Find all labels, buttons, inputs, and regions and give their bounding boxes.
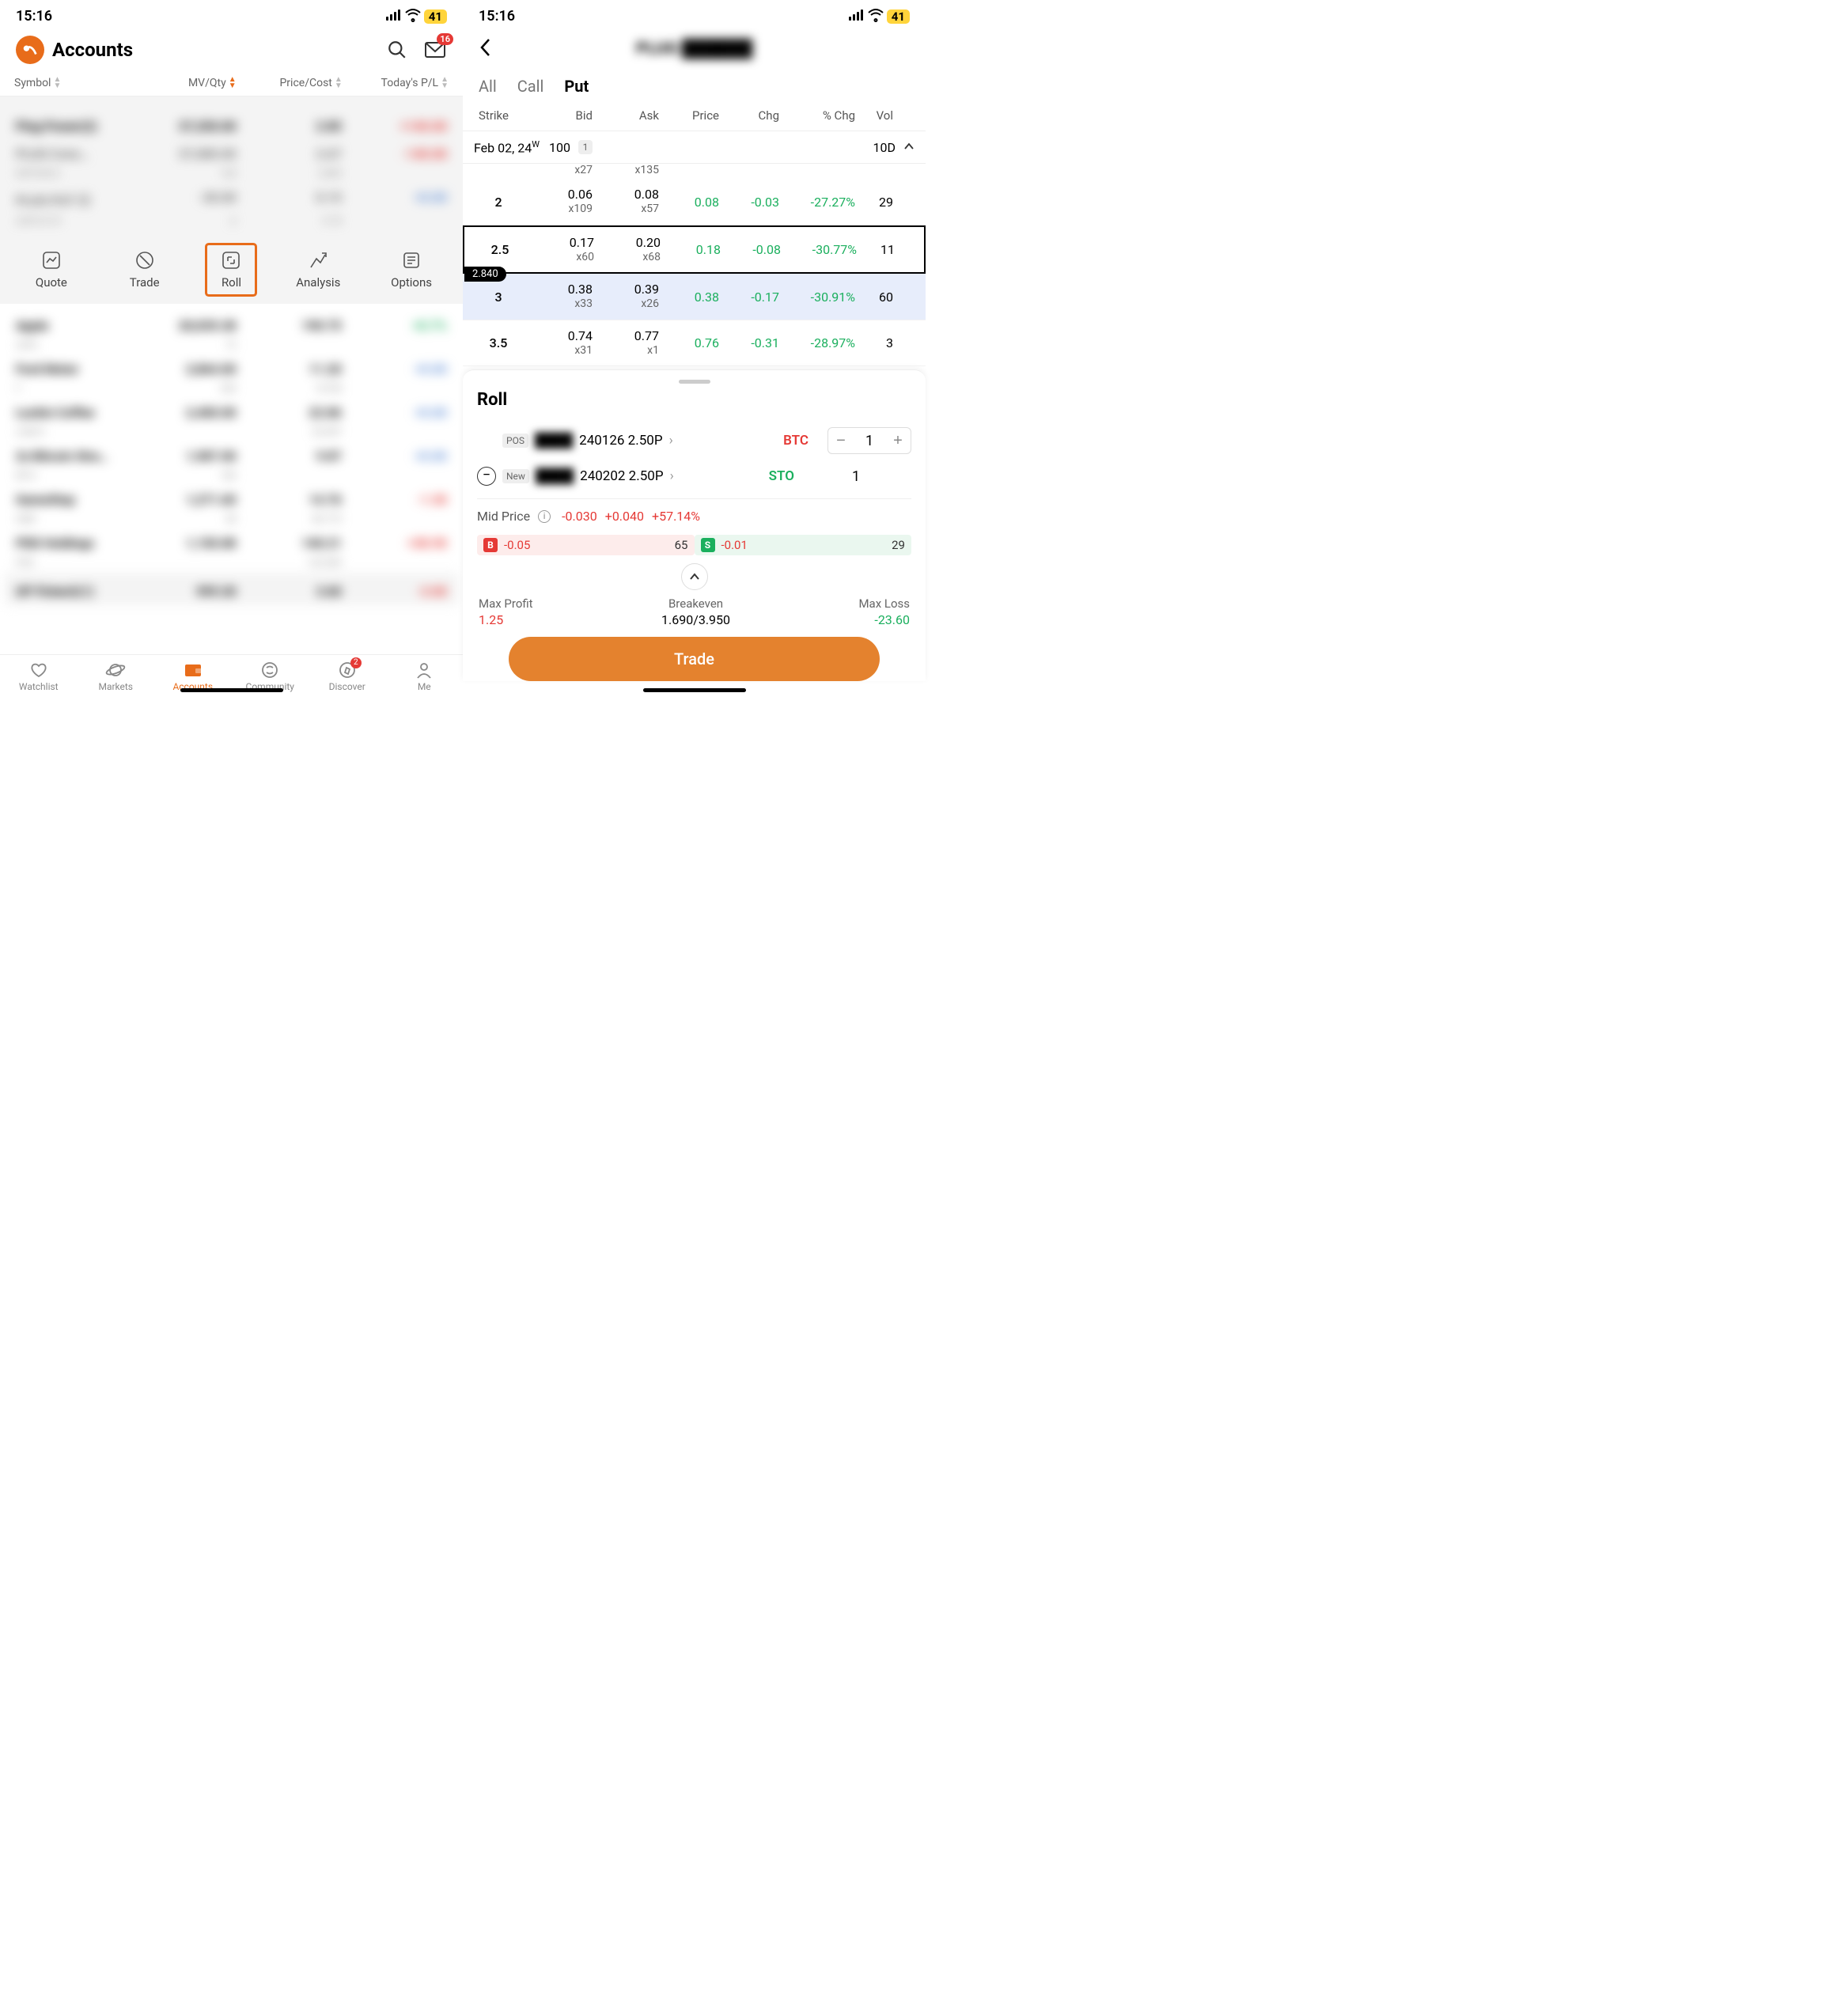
battery-badge: 41: [424, 9, 447, 24]
action-trade[interactable]: Trade: [121, 250, 169, 290]
option-chain-screen: 15:16 41 PLUG ██████ All Call Put Strike…: [463, 0, 926, 695]
home-indicator: [180, 688, 283, 692]
chain-row[interactable]: 3.5 0.74x31 0.77x1 0.76 -0.31 -28.97% 3: [463, 320, 926, 367]
option-type-tabs: All Call Put: [463, 69, 926, 104]
roll-title: Roll: [477, 390, 911, 410]
status-time: 15:16: [479, 8, 515, 25]
expiration-row[interactable]: Feb 02, 24W 100 1 10D: [463, 131, 926, 164]
tab-put[interactable]: Put: [564, 77, 589, 96]
ask-chip: S: [701, 538, 715, 552]
chevron-up-icon: [903, 140, 915, 155]
pl-stats: Max Profit1.25 Breakeven1.690/3.950 Max …: [477, 595, 911, 637]
leg-new-detail: 240202 2.50P: [580, 468, 663, 484]
tab-all[interactable]: All: [479, 77, 497, 96]
leg-pos-detail: 240126 2.50P: [579, 433, 662, 449]
quote-icon: [41, 250, 62, 271]
app-header: Accounts 16: [0, 29, 463, 72]
wallet-icon: [183, 660, 203, 680]
stat-breakeven: Breakeven1.690/3.950: [661, 596, 730, 627]
holdings-blurred: Apple20,035.38190.75+0.7% AAPL75 Ford Mo…: [0, 304, 463, 661]
leg-new-qty: 1: [801, 468, 911, 485]
chevron-right-icon: ›: [669, 433, 673, 449]
trade-icon: [134, 250, 155, 271]
info-icon[interactable]: i: [538, 510, 551, 523]
nav-me[interactable]: Me: [392, 660, 456, 692]
action-analysis[interactable]: Analysis: [294, 250, 342, 290]
status-time: 15:16: [16, 8, 52, 25]
nav-markets[interactable]: Markets: [84, 660, 147, 692]
qty-stepper[interactable]: − 1 +: [827, 427, 911, 454]
spot-price-tag: 2.840: [464, 267, 506, 282]
col-todaypl[interactable]: Today's P/L▲▼: [343, 77, 449, 89]
leg-pos[interactable]: POS ████ 240126 2.50P › BTC − 1 +: [477, 421, 911, 460]
qty-minus-button[interactable]: −: [828, 428, 854, 453]
nav-discover[interactable]: 2Discover: [316, 660, 379, 692]
leg-new-tag: New: [502, 469, 529, 483]
leg-new-ticker-blurred: ████: [536, 468, 574, 484]
inbox-icon[interactable]: 16: [423, 38, 447, 62]
page-title: Accounts: [52, 39, 133, 61]
stat-max-loss: Max Loss-23.60: [858, 596, 910, 627]
heart-icon: [28, 660, 49, 680]
cellular-icon: [386, 8, 402, 25]
leg-pos-side: BTC: [783, 433, 808, 449]
search-icon[interactable]: [385, 38, 409, 62]
roll-sheet: Roll POS ████ 240126 2.50P › BTC − 1 + −…: [463, 369, 926, 681]
status-bar: 15:16 41: [0, 0, 463, 29]
bid-chip: B: [483, 538, 498, 552]
me-icon: [414, 660, 434, 680]
prev-row-peek: x27x135: [463, 164, 926, 179]
app-logo-icon: [16, 36, 44, 64]
chain-column-headers: Strike Bid Ask Price Chg % Chg Vol: [463, 104, 926, 131]
back-button[interactable]: [479, 37, 493, 61]
planet-icon: [105, 660, 126, 680]
action-options[interactable]: Options: [388, 250, 435, 290]
trade-button[interactable]: Trade: [509, 637, 880, 681]
qty-value: 1: [854, 433, 885, 449]
col-mvqty[interactable]: MV/Qty▲▼: [140, 77, 237, 89]
column-headers: Symbol▲▼ MV/Qty▲▼ Price/Cost▲▼ Today's P…: [0, 72, 463, 97]
col-pricecost[interactable]: Price/Cost▲▼: [237, 77, 343, 89]
cellular-icon: [849, 8, 865, 25]
nav-community[interactable]: Community: [238, 660, 301, 692]
action-roll[interactable]: Roll: [207, 245, 255, 294]
chain-row[interactable]: 3 0.38x33 0.39x26 0.38 -0.17 -30.91% 60: [463, 274, 926, 320]
leg-new[interactable]: − New ████ 240202 2.50P › STO 1: [477, 460, 911, 492]
wifi-icon: [868, 8, 884, 25]
battery-badge: 41: [887, 9, 910, 24]
qty-plus-button[interactable]: +: [885, 428, 911, 453]
chain-row[interactable]: 2 0.06x109 0.08x57 0.08 -0.03 -27.27% 29: [463, 179, 926, 225]
remove-leg-button[interactable]: −: [477, 467, 496, 486]
nav-watchlist[interactable]: Watchlist: [7, 660, 70, 692]
leg-new-side: STO: [769, 468, 794, 484]
community-icon: [259, 660, 280, 680]
analysis-icon: [308, 250, 328, 271]
home-indicator: [643, 688, 746, 692]
wifi-icon: [405, 8, 421, 25]
expand-sheet-button[interactable]: [681, 563, 708, 590]
sheet-grabber[interactable]: [679, 380, 710, 384]
action-quote[interactable]: Quote: [28, 250, 75, 290]
roll-icon: [221, 250, 241, 271]
position-count-badge: 1: [578, 140, 593, 154]
bid-ask-row: B -0.05 65 S -0.01 29: [477, 530, 911, 563]
position-actions: Quote Trade Roll Analysis Options: [0, 239, 463, 304]
nav-accounts[interactable]: Accounts: [161, 660, 225, 692]
chain-row-selected[interactable]: 2.5 0.17x60 0.20x68 0.18 -0.08 -30.77% 1…: [463, 225, 926, 275]
options-icon: [401, 250, 422, 271]
col-symbol[interactable]: Symbol▲▼: [14, 77, 140, 89]
leg-pos-ticker-blurred: ████: [535, 433, 573, 449]
accounts-screen: 15:16 41 Accounts 16 Symbol▲▼ MV/Qty▲▼ P…: [0, 0, 463, 695]
tab-call[interactable]: Call: [517, 77, 544, 96]
discover-badge: 2: [350, 657, 362, 668]
ticker-title-blurred: PLUG ██████: [493, 40, 896, 59]
positions-blurred: Plug Power(2)37,250.002.85+140.00 PLUG C…: [0, 104, 463, 239]
leg-pos-tag: POS: [502, 434, 528, 448]
chevron-right-icon: ›: [670, 468, 674, 484]
status-bar: 15:16 41: [463, 0, 926, 29]
inbox-badge: 16: [437, 33, 453, 45]
stat-max-profit: Max Profit1.25: [479, 596, 533, 627]
mid-price-row: Mid Price i -0.030 +0.040 +57.14%: [477, 498, 911, 530]
